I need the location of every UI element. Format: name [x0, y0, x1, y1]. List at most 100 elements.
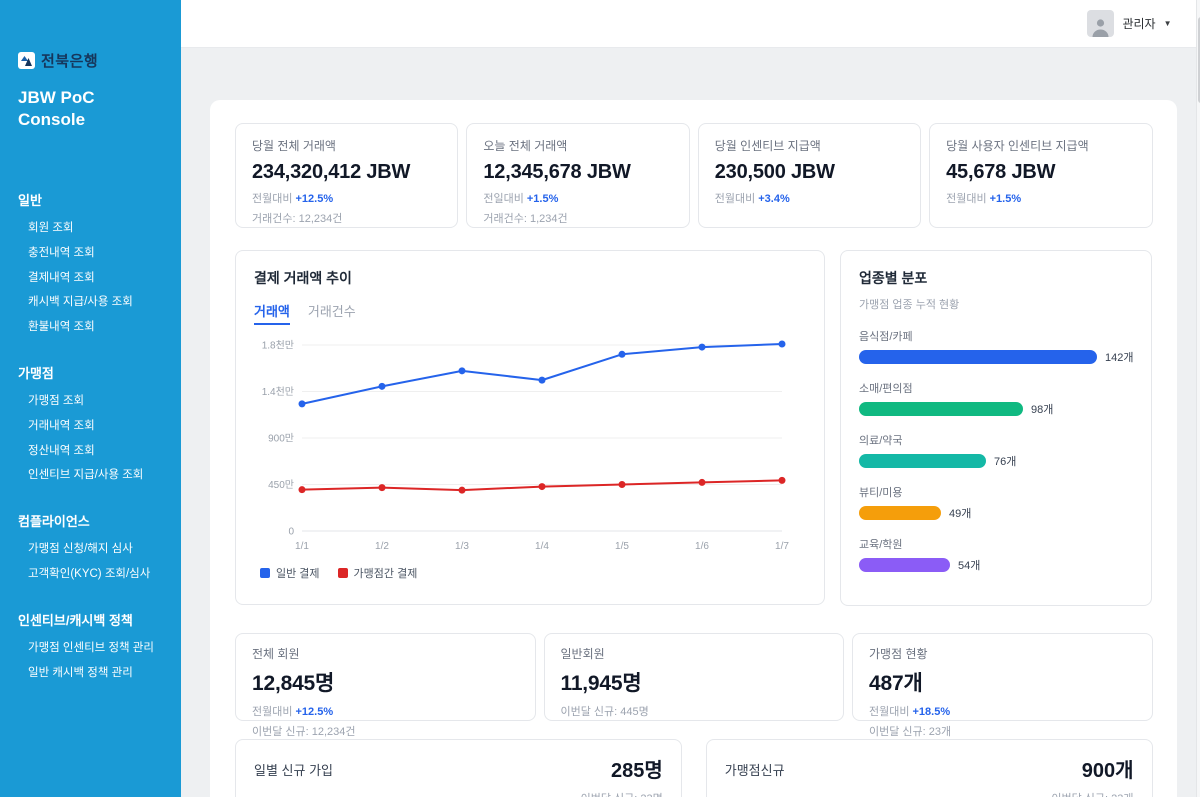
stat-change: 전월대비+18.5%	[869, 703, 1136, 719]
nav-item-charge-history[interactable]: 충전내역 조회	[18, 245, 167, 263]
user-avatar-icon	[1087, 10, 1114, 37]
nav-item-settlement-history[interactable]: 정산내역 조회	[18, 443, 167, 461]
industry-bar-fill	[859, 350, 1097, 364]
scrollbar[interactable]: ▲ ▼	[1196, 0, 1200, 797]
stat-sub: 거래건수: 1,234건	[483, 210, 672, 226]
legend-swatch-blue	[260, 568, 270, 578]
svg-text:1/6: 1/6	[695, 541, 709, 552]
industry-bar-label: 음식점/카페	[859, 328, 1133, 344]
nav-item-member-search[interactable]: 회원 조회	[18, 220, 167, 238]
nav-item-merchant-incentive-policy[interactable]: 가맹점 인센티브 정책 관리	[18, 640, 167, 658]
nav-item-general-cashback-policy[interactable]: 일반 캐시백 정책 관리	[18, 665, 167, 683]
stat-label: 일반회원	[561, 645, 828, 662]
stat-label: 오늘 전체 거래액	[483, 137, 672, 154]
merchant-new-card: 가맹점신규 900개 이번달 신규: 23개	[706, 739, 1153, 797]
dashboard-panel: 당월 전체 거래액 234,320,412 JBW 전월대비+12.5% 거래건…	[210, 100, 1177, 797]
member-card-row: 전체 회원 12,845명 전월대비+12.5% 이번달 신규: 12,234건…	[235, 633, 1152, 721]
nav-section-general: 일반	[18, 190, 167, 209]
content: 당월 전체 거래액 234,320,412 JBW 전월대비+12.5% 거래건…	[181, 48, 1200, 797]
industry-bar-count: 98개	[1031, 401, 1053, 417]
tab-transaction-amount[interactable]: 거래액	[254, 301, 290, 325]
stat-card-month-total-volume: 당월 전체 거래액 234,320,412 JBW 전월대비+12.5% 거래건…	[235, 123, 458, 228]
industry-bar: 49개	[859, 505, 1133, 521]
nav-item-kyc-review[interactable]: 고객확인(KYC) 조회/심사	[18, 566, 167, 584]
svg-text:0: 0	[288, 527, 294, 538]
stat-label: 당월 전체 거래액	[252, 137, 441, 154]
industry-bar-row: 교육/학원 54개	[859, 536, 1133, 573]
industry-bar-fill	[859, 506, 941, 520]
industry-bar-row: 뷰티/미용 49개	[859, 484, 1133, 521]
industry-bar-fill	[859, 454, 986, 468]
industry-bar-fill	[859, 402, 1023, 416]
nav-item-merchant-review[interactable]: 가맹점 신청/해지 심사	[18, 541, 167, 559]
stat-value: 12,845명	[252, 667, 519, 697]
member-total-card: 전체 회원 12,845명 전월대비+12.5% 이번달 신규: 12,234건	[235, 633, 536, 721]
stat-change: 전월대비+1.5%	[946, 190, 1135, 206]
bank-logo: 전북은행	[18, 50, 167, 71]
stat-change: 전월대비+12.5%	[252, 190, 441, 206]
nav-item-merchant-search[interactable]: 가맹점 조회	[18, 393, 167, 411]
payment-trend-card: 결제 거래액 추이 거래액 거래건수 0450만900만1.4천만1.8천만1/…	[235, 250, 825, 605]
svg-text:1.8천만: 1.8천만	[262, 340, 294, 352]
bank-logo-icon	[18, 52, 35, 69]
industry-bar-count: 49개	[949, 505, 971, 521]
stat-change: 전일대비+1.5%	[483, 190, 672, 206]
chart-legend: 일반 결제 가맹점간 결제	[254, 565, 806, 581]
svg-text:450만: 450만	[268, 479, 294, 491]
user-label: 관리자	[1122, 15, 1155, 32]
industry-bar-fill	[859, 558, 950, 572]
svg-text:1/2: 1/2	[375, 541, 389, 552]
industry-bar-count: 76개	[994, 453, 1016, 469]
console-title: JBW PoC Console	[18, 87, 128, 132]
industry-bar-count: 54개	[958, 557, 980, 573]
stat-value: 45,678 JBW	[946, 161, 1135, 184]
legend-item-general-payment: 일반 결제	[260, 565, 320, 581]
industry-bar-label: 의료/약국	[859, 432, 1133, 448]
svg-text:900만: 900만	[268, 433, 294, 445]
stat-value: 285명	[611, 754, 663, 783]
topbar: 관리자 ▼	[181, 0, 1200, 48]
stat-change: 전월대비+3.4%	[715, 190, 904, 206]
tab-transaction-count[interactable]: 거래건수	[308, 301, 356, 325]
bottom-card-row: 일별 신규 가입 285명 이번달 신규: 23명 가맹점신규 900개 이번달…	[235, 739, 1152, 797]
stat-sub: 이번달 신규: 445명	[561, 703, 828, 719]
nav-item-payment-history[interactable]: 결제내역 조회	[18, 270, 167, 288]
stat-value: 900개	[1082, 754, 1134, 783]
nav-section-policy: 인센티브/캐시백 정책	[18, 610, 167, 629]
legend-item-merchant-payment: 가맹점간 결제	[338, 565, 418, 581]
nav-item-cashback-history[interactable]: 캐시백 지급/사용 조회	[18, 294, 167, 312]
nav-item-transaction-history[interactable]: 거래내역 조회	[18, 418, 167, 436]
stat-label: 당월 사용자 인센티브 지급액	[946, 137, 1135, 154]
industry-distribution-card: 업종별 분포 가맹점 업종 누적 현황 음식점/카페142개소매/편의점98개의…	[840, 250, 1152, 606]
stat-card-today-total-volume: 오늘 전체 거래액 12,345,678 JBW 전일대비+1.5% 거래건수:…	[466, 123, 689, 228]
main-area: 관리자 ▼ 당월 전체 거래액 234,320,412 JBW 전월대비+12.…	[181, 0, 1200, 797]
stat-sub: 이번달 신규: 12,234건	[252, 723, 519, 739]
chart-tabs: 거래액 거래건수	[254, 301, 806, 325]
card-value-block: 285명 이번달 신규: 23명	[581, 754, 663, 797]
stat-label: 가맹점 현황	[869, 645, 1136, 662]
card-value-block: 900개 이번달 신규: 23개	[1051, 754, 1133, 797]
industry-bar-row: 소매/편의점98개	[859, 380, 1133, 417]
nav-section-compliance: 컴플라이언스	[18, 511, 167, 530]
nav-item-refund-history[interactable]: 환불내역 조회	[18, 319, 167, 337]
member-general-card: 일반회원 11,945명 이번달 신규: 445명	[544, 633, 845, 721]
industry-bar: 98개	[859, 401, 1133, 417]
industry-bar-chart: 음식점/카페142개소매/편의점98개의료/약국 76개뷰티/미용 49개교육/학원…	[859, 328, 1133, 573]
stat-change: 전월대비+12.5%	[252, 703, 519, 719]
bank-name: 전북은행	[41, 50, 98, 71]
nav-item-incentive-history[interactable]: 인센티브 지급/사용 조회	[18, 467, 167, 485]
industry-bar-label: 뷰티/미용	[859, 484, 1133, 500]
stat-value: 230,500 JBW	[715, 161, 904, 184]
payment-trend-line-chart: 0450만900만1.4천만1.8천만1/11/21/31/41/51/61/7	[254, 333, 794, 559]
user-menu[interactable]: 관리자 ▼	[1087, 10, 1171, 37]
stat-value: 11,945명	[561, 667, 828, 697]
daily-signup-card: 일별 신규 가입 285명 이번달 신규: 23명	[235, 739, 682, 797]
industry-bar-row: 음식점/카페142개	[859, 328, 1133, 365]
legend-swatch-red	[338, 568, 348, 578]
industry-bar: 54개	[859, 557, 1133, 573]
industry-bar-label: 교육/학원	[859, 536, 1133, 552]
svg-text:1/5: 1/5	[615, 541, 629, 552]
app-root: 전북은행 JBW PoC Console 일반 회원 조회 충전내역 조회 결제…	[0, 0, 1200, 797]
card-label: 가맹점신규	[725, 754, 785, 797]
stat-sub: 이번달 신규: 23개	[1051, 790, 1133, 797]
